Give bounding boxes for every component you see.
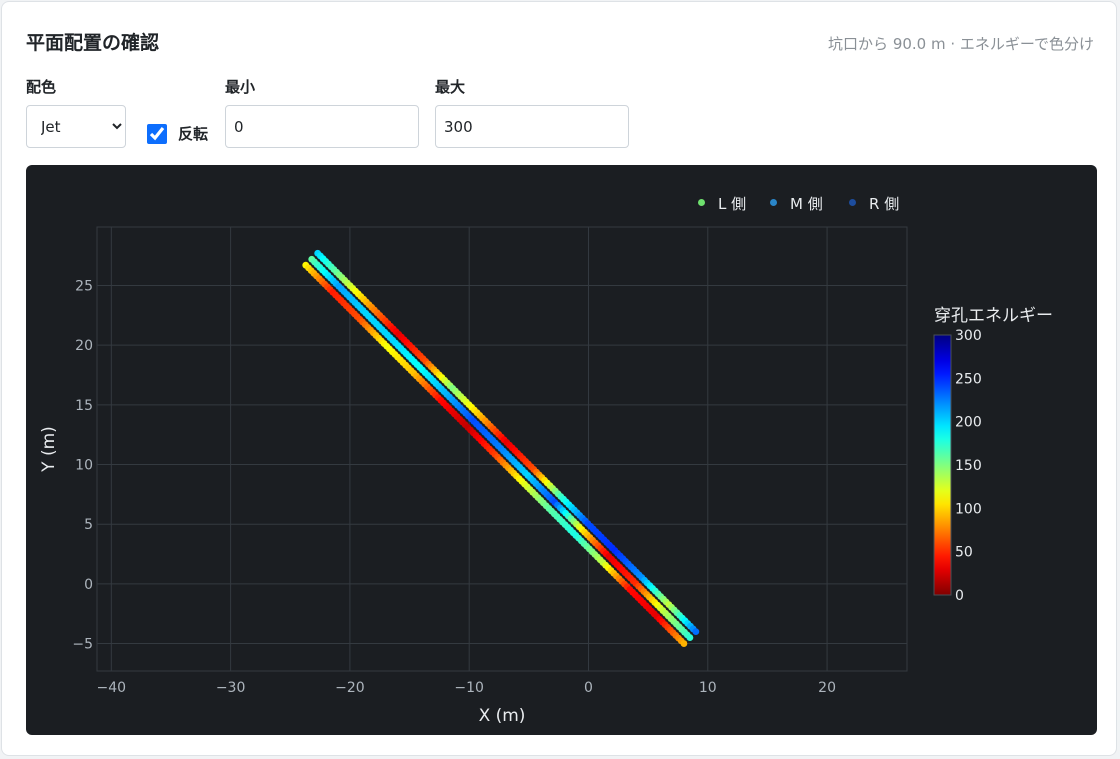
- x-tick-label: 0: [584, 680, 593, 696]
- x-tick-label: −20: [335, 680, 365, 696]
- legend-item-r[interactable]: R 側: [849, 193, 899, 214]
- min-input[interactable]: [225, 105, 419, 148]
- colorbar-tick-label: 200: [955, 415, 982, 431]
- y-tick-label: 10: [75, 458, 93, 474]
- y-tick-label: −5: [72, 637, 93, 653]
- y-tick-label: 0: [84, 577, 93, 593]
- colorbar-tick-label: 0: [955, 588, 964, 604]
- page-subtitle: 坑口から 90.0 m · エネルギーで色分け: [828, 35, 1094, 53]
- plan-check-card: 平面配置の確認 坑口から 90.0 m · エネルギーで色分け 配色 Jet 反…: [1, 1, 1117, 756]
- y-tick-label: 5: [84, 517, 93, 533]
- colorbar-tick-label: 100: [955, 501, 982, 517]
- legend-item-m[interactable]: M 側: [770, 193, 823, 214]
- legend-item-l[interactable]: L 側: [698, 193, 746, 214]
- x-tick-label: −30: [216, 680, 246, 696]
- data-point: [686, 634, 694, 641]
- max-input[interactable]: [435, 105, 629, 148]
- legend-marker-icon: [849, 199, 856, 206]
- data-point: [680, 640, 688, 647]
- colorbar-title: 穿孔エネルギー: [934, 306, 1053, 326]
- legend-marker-icon: [698, 199, 705, 206]
- y-tick-label: 20: [75, 338, 93, 354]
- colormap-label: 配色: [26, 78, 57, 96]
- legend-marker-icon: [770, 199, 777, 206]
- plan-plot[interactable]: −40 −30 −20 −10 0 10 20 −5 0 5 10 15 20 25 X (m) Y (m) 穿…: [26, 165, 1097, 735]
- reverse-label[interactable]: 反転: [178, 123, 208, 144]
- legend-label-r: R 側: [869, 195, 900, 213]
- x-tick-label: 10: [699, 680, 717, 696]
- data-point: [692, 628, 700, 636]
- x-axis-title: X (m): [479, 706, 526, 726]
- colorbar-tick-label: 300: [955, 328, 982, 344]
- reverse-checkbox[interactable]: [147, 124, 167, 144]
- colormap-select[interactable]: Jet: [26, 105, 126, 148]
- y-tick-label: 15: [75, 398, 93, 414]
- x-tick-label: −40: [97, 680, 127, 696]
- y-tick-label: 25: [75, 278, 93, 294]
- x-tick-label: 20: [818, 680, 836, 696]
- colorbar-tick-label: 250: [955, 371, 982, 387]
- y-axis-title: Y (m): [39, 426, 59, 473]
- legend-label-l: L 側: [718, 195, 747, 213]
- plan-chart-svg[interactable]: −40 −30 −20 −10 0 10 20 −5 0 5 10 15 20 25 X (m) Y (m) 穿…: [26, 165, 1097, 735]
- colorbar-tick-label: 50: [955, 545, 973, 561]
- colorbar-tick-label: 150: [955, 458, 982, 474]
- x-tick-label: −10: [454, 680, 484, 696]
- legend-label-m: M 側: [790, 195, 823, 213]
- colorbar: [933, 334, 952, 596]
- max-label: 最大: [435, 78, 466, 96]
- min-label: 最小: [225, 78, 256, 96]
- page-title: 平面配置の確認: [26, 32, 160, 54]
